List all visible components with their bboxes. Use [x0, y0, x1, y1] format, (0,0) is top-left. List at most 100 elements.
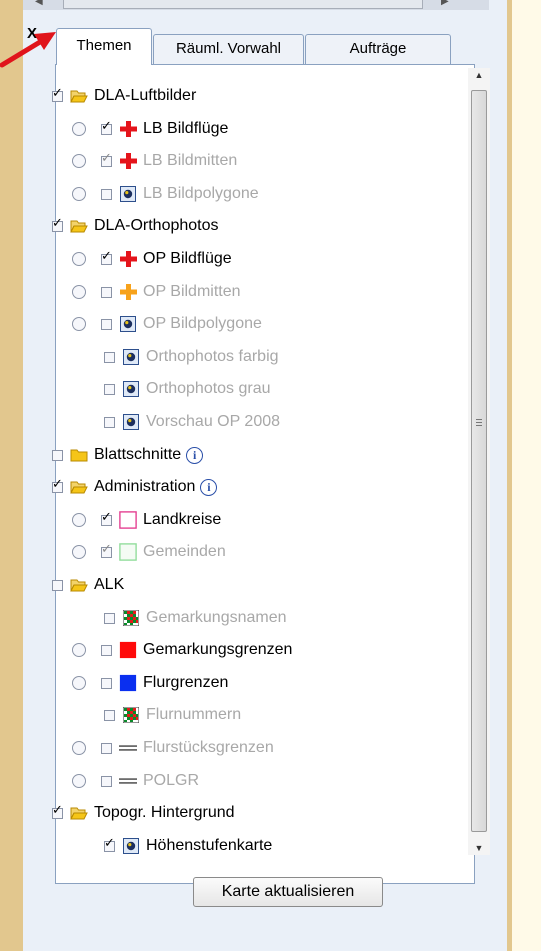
layer-radio-button[interactable]	[72, 317, 86, 331]
layer-checkbox[interactable]	[101, 775, 112, 787]
layer-label: Vorschau OP 2008	[146, 413, 281, 430]
layer-checkbox[interactable]	[52, 86, 63, 102]
layer-row[interactable]: Gemarkungsnamen	[104, 606, 287, 630]
folder-icon	[70, 806, 88, 820]
layer-checkbox[interactable]	[104, 351, 115, 363]
layer-row[interactable]: POLGR	[72, 769, 199, 793]
layer-checkbox[interactable]	[52, 449, 63, 461]
scroll-down-icon[interactable]: ▼	[468, 843, 490, 853]
layer-panel: ◀ ▶ X Themen Räuml. Vorwahl Aufträge DLA…	[23, 0, 507, 951]
layer-checkbox[interactable]	[101, 318, 112, 330]
layer-row[interactable]: OP Bildflüge	[72, 247, 232, 271]
layer-row[interactable]: LB Bildpolygone	[72, 182, 259, 206]
layer-checkbox[interactable]	[104, 416, 115, 428]
layer-row[interactable]: Höhenstufenkarte	[104, 834, 272, 858]
layer-row[interactable]: OP Bildpolygone	[72, 312, 262, 336]
layer-radio-button[interactable]	[72, 252, 86, 266]
layer-row[interactable]: Vorschau OP 2008	[104, 410, 280, 434]
layer-radio-button[interactable]	[72, 676, 86, 690]
layer-label: Gemarkungsgrenzen	[143, 641, 293, 658]
layer-label: Orthophotos farbig	[146, 348, 279, 365]
layer-radio-button[interactable]	[72, 122, 86, 136]
layer-checkbox[interactable]	[52, 803, 63, 819]
horizontal-scrollbar[interactable]: ◀ ▶	[23, 0, 489, 10]
layer-label: Gemarkungsnamen	[146, 609, 287, 626]
layer-label: OP Bildmitten	[143, 283, 241, 300]
layer-row[interactable]: DLA-Orthophotos	[52, 214, 219, 238]
layer-label: Höhenstufenkarte	[146, 837, 273, 854]
green-outline-icon	[119, 543, 137, 561]
layer-checkbox[interactable]	[104, 383, 115, 395]
layer-checkbox[interactable]	[52, 477, 63, 493]
update-map-button[interactable]: Karte aktualisieren	[193, 877, 383, 907]
folder-icon	[70, 578, 88, 592]
layer-checkbox[interactable]	[101, 249, 112, 265]
layer-row[interactable]: Orthophotos farbig	[104, 345, 279, 369]
layer-checkbox[interactable]	[52, 216, 63, 232]
layer-row[interactable]: Topogr. Hintergrund	[52, 801, 235, 825]
layer-checkbox[interactable]	[101, 510, 112, 526]
layer-label: POLGR	[143, 772, 200, 789]
layer-label: ALK	[94, 576, 125, 593]
layer-checkbox[interactable]	[104, 612, 115, 624]
layer-checkbox[interactable]	[52, 579, 63, 591]
layer-row[interactable]: Gemeinden	[72, 540, 226, 564]
layer-row[interactable]: LB Bildflüge	[72, 117, 228, 141]
layer-checkbox[interactable]	[101, 119, 112, 135]
layer-checkbox[interactable]	[101, 677, 112, 689]
folder-closed-icon	[70, 448, 88, 462]
layer-checkbox[interactable]	[101, 151, 112, 167]
layer-label: Topogr. Hintergrund	[94, 804, 235, 821]
layer-row[interactable]: Administrationi	[52, 475, 218, 499]
layer-radio-button[interactable]	[72, 513, 86, 527]
layer-row[interactable]: Flurstücksgrenzen	[72, 736, 274, 760]
layer-radio-button[interactable]	[72, 774, 86, 788]
layer-row[interactable]: Flurgrenzen	[72, 671, 228, 695]
layer-row[interactable]: LB Bildmitten	[72, 149, 237, 173]
layer-radio-button[interactable]	[72, 154, 86, 168]
close-panel-button[interactable]: X	[23, 24, 41, 44]
layer-row[interactable]: Landkreise	[72, 508, 221, 532]
layer-radio-button[interactable]	[72, 545, 86, 559]
layer-row[interactable]: Orthophotos grau	[104, 377, 271, 401]
layer-checkbox[interactable]	[101, 742, 112, 754]
info-icon[interactable]: i	[200, 478, 218, 496]
tab-themen[interactable]: Themen	[56, 28, 152, 65]
layer-label: Administration	[94, 478, 196, 495]
scroll-right-icon[interactable]: ▶	[441, 0, 449, 7]
layer-label: Blattschnitte	[94, 446, 182, 463]
layer-row[interactable]: Flurnummern	[104, 703, 241, 727]
tab-auftraege[interactable]: Aufträge	[305, 34, 451, 64]
layer-checkbox[interactable]	[101, 542, 112, 558]
raster-layer-icon	[122, 380, 140, 398]
red-cross-icon	[119, 120, 137, 138]
pattern-icon	[122, 609, 140, 627]
layer-radio-button[interactable]	[72, 643, 86, 657]
layer-row[interactable]: Gemarkungsgrenzen	[72, 638, 292, 662]
layer-row[interactable]: OP Bildmitten	[72, 280, 241, 304]
layer-radio-button[interactable]	[72, 741, 86, 755]
layer-row[interactable]: Blattschnitte i	[52, 443, 204, 467]
layer-row[interactable]: DLA-Luftbilder	[52, 84, 196, 108]
layer-checkbox[interactable]	[101, 644, 112, 656]
raster-layer-icon	[122, 348, 140, 366]
horizontal-scroll-thumb[interactable]	[63, 0, 423, 9]
vertical-scrollbar[interactable]: ▲ ▼	[468, 68, 490, 855]
layer-checkbox[interactable]	[101, 286, 112, 298]
layer-row[interactable]: ALK	[52, 573, 124, 597]
pink-outline-icon	[119, 511, 137, 529]
tab-raeumliche-vorwahl[interactable]: Räuml. Vorwahl	[153, 34, 304, 64]
scroll-left-icon[interactable]: ◀	[35, 0, 43, 7]
double-line-icon	[119, 772, 137, 790]
layer-checkbox[interactable]	[104, 836, 115, 852]
layer-label: Landkreise	[143, 511, 222, 528]
scroll-up-icon[interactable]: ▲	[468, 70, 490, 80]
raster-layer-icon	[119, 185, 137, 203]
layer-checkbox[interactable]	[101, 188, 112, 200]
layer-radio-button[interactable]	[72, 187, 86, 201]
info-icon[interactable]: i	[186, 446, 204, 464]
layer-radio-button[interactable]	[72, 285, 86, 299]
layer-checkbox[interactable]	[104, 709, 115, 721]
layer-label: Flurnummern	[146, 706, 242, 723]
vertical-scroll-thumb[interactable]	[471, 90, 487, 832]
